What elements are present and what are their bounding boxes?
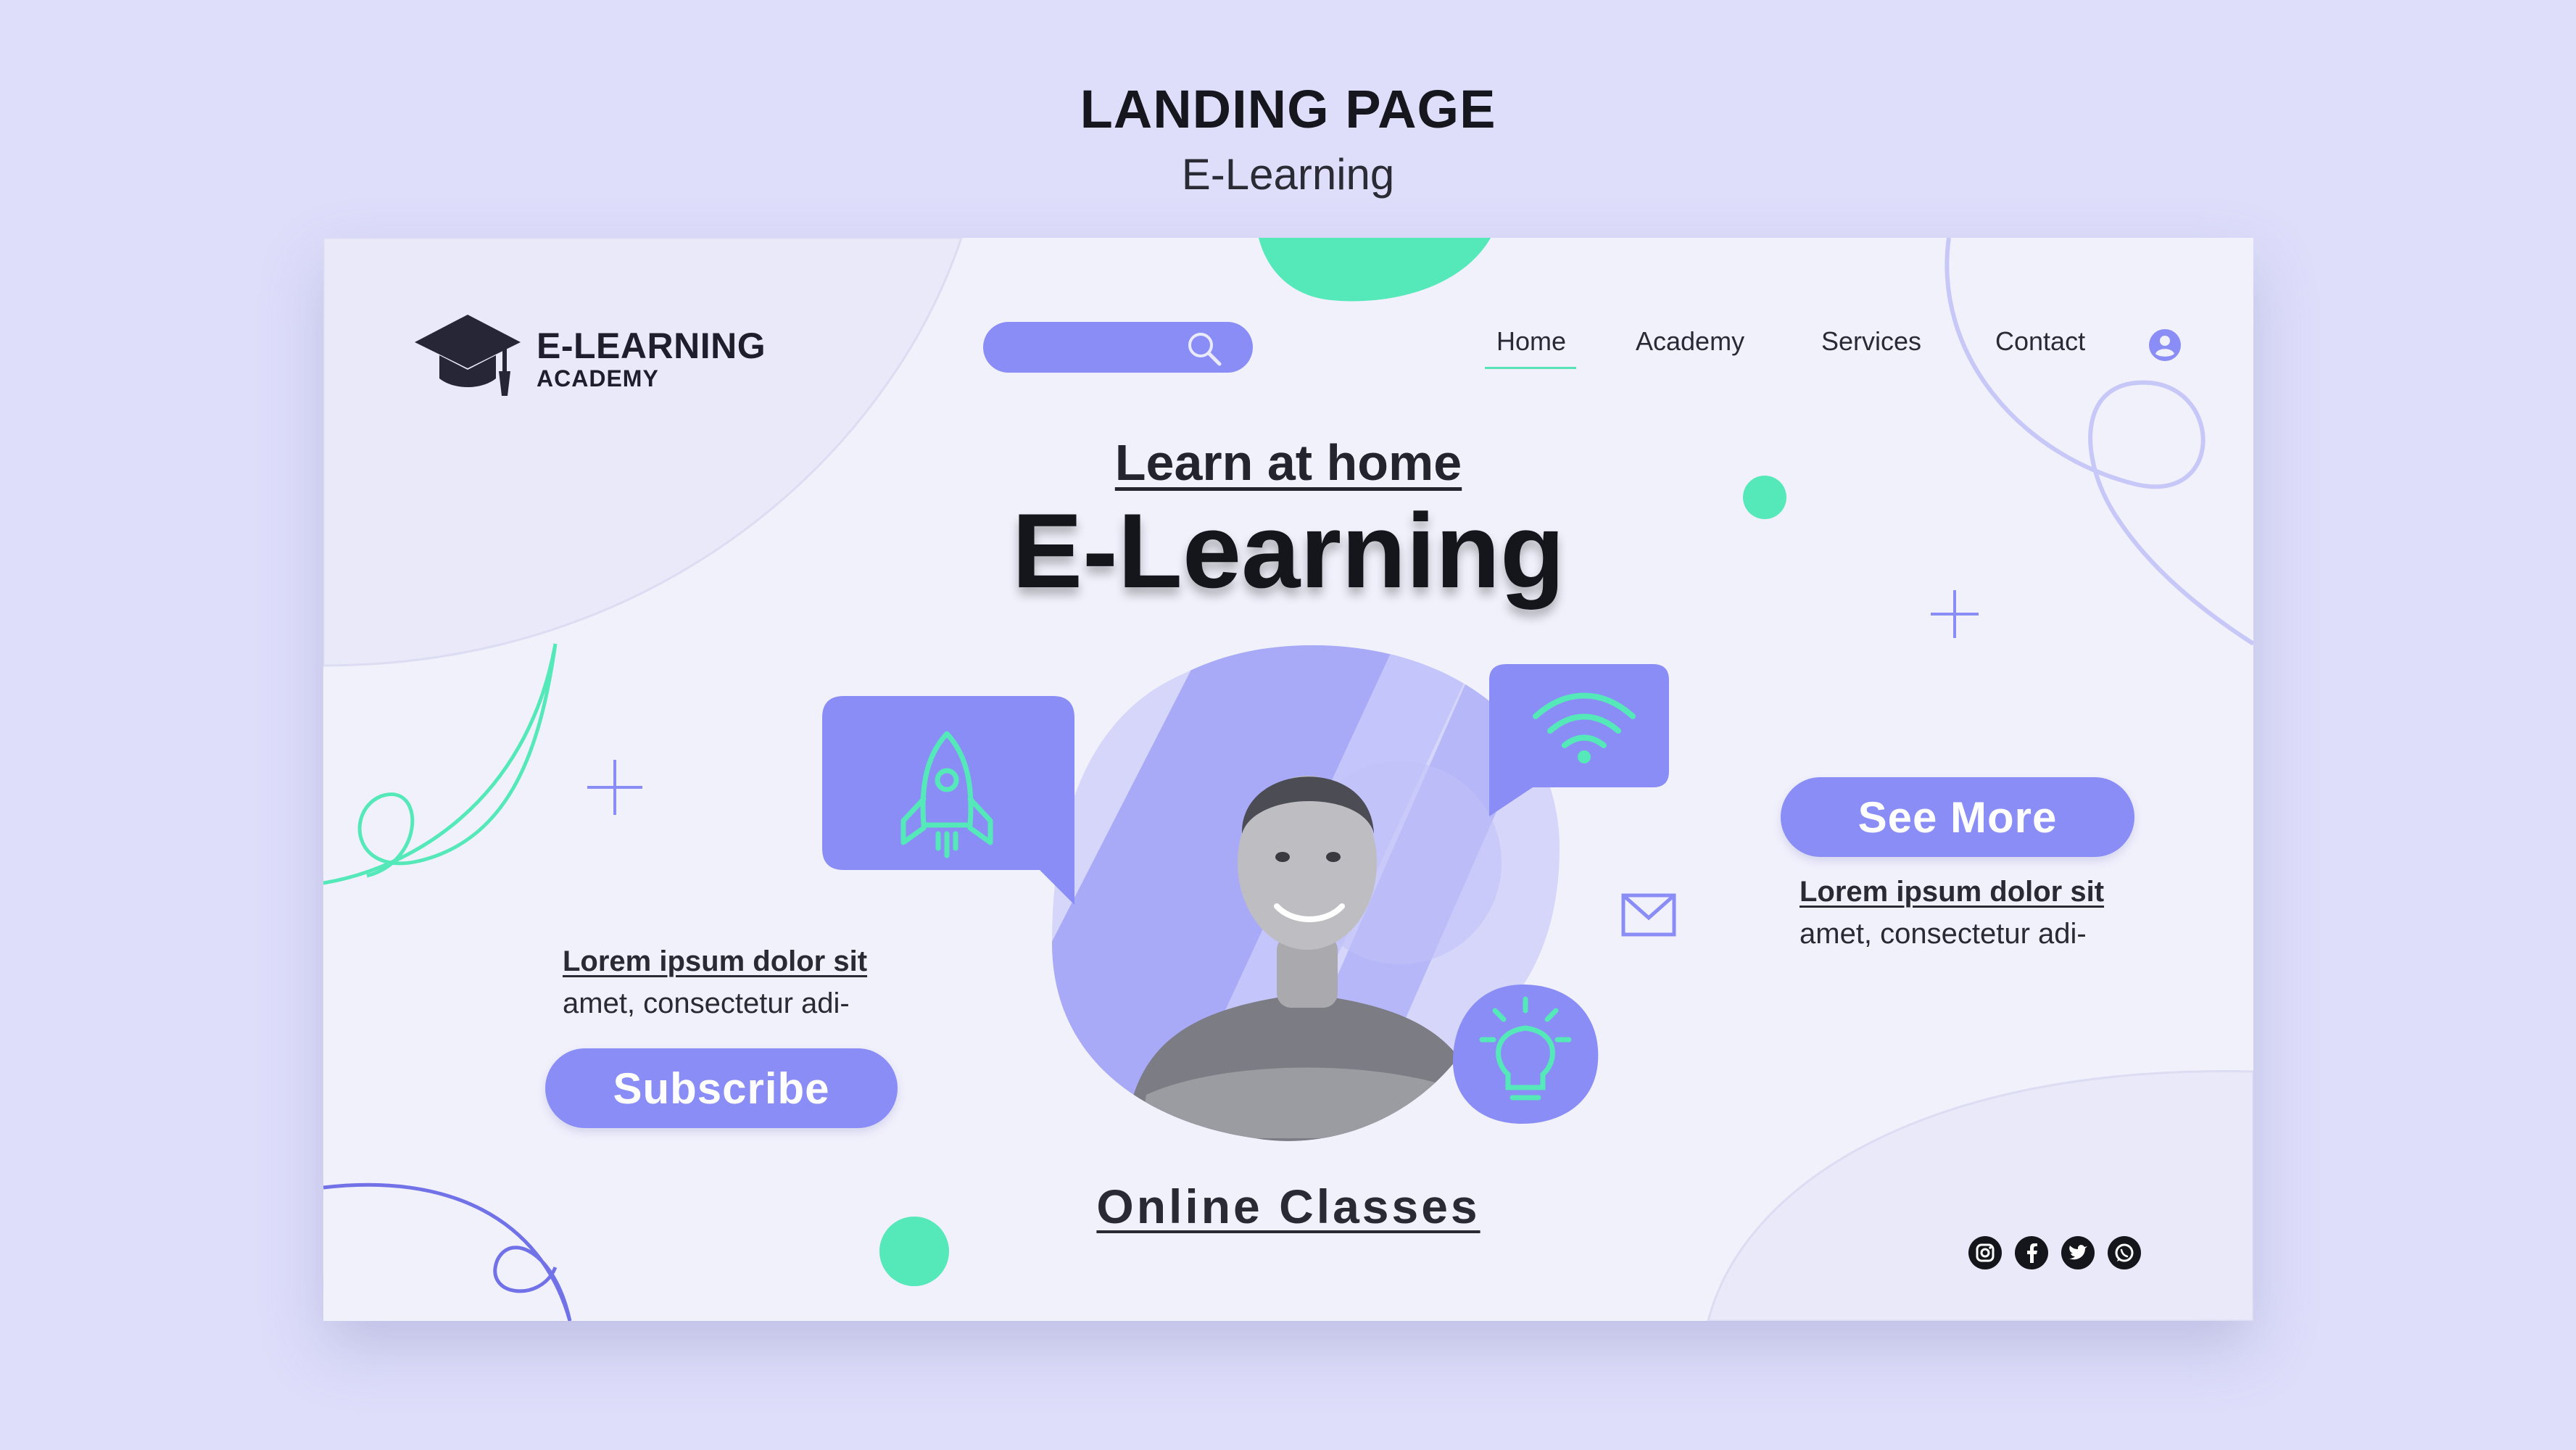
search-icon[interactable] bbox=[1183, 328, 1224, 368]
hero-title: E-Learning bbox=[1011, 492, 1565, 610]
wifi-bubble bbox=[1489, 664, 1669, 816]
nav-home[interactable]: Home bbox=[1496, 326, 1566, 357]
mail-icon bbox=[1621, 893, 1676, 937]
user-icon[interactable] bbox=[2148, 328, 2182, 362]
nav-contact[interactable]: Contact bbox=[1995, 326, 2085, 357]
lightbulb-bubble bbox=[1453, 985, 1599, 1124]
page-subtitle: E-Learning bbox=[1181, 150, 1395, 199]
logo-subtitle: ACADEMY bbox=[537, 365, 659, 392]
left-lorem-text: amet, consectetur adi- bbox=[563, 987, 850, 1019]
landing-page-mockup: E-LEARNING ACADEMY Home Academy Services… bbox=[323, 238, 2253, 1321]
rocket-bubble bbox=[822, 696, 1074, 905]
hero-subtitle: Learn at home bbox=[1114, 434, 1462, 491]
nav-active-indicator bbox=[1485, 367, 1576, 369]
online-classes-caption: Online Classes bbox=[1096, 1180, 1480, 1233]
page-title: LANDING PAGE bbox=[1080, 79, 1496, 139]
instagram-icon[interactable] bbox=[1968, 1235, 2003, 1270]
logo[interactable]: E-LEARNING ACADEMY bbox=[413, 310, 766, 397]
top-green-blob bbox=[1259, 238, 1491, 302]
left-lorem-heading: Lorem ipsum dolor sit bbox=[563, 945, 868, 977]
logo-title: E-LEARNING bbox=[537, 326, 766, 366]
whatsapp-icon[interactable] bbox=[2107, 1235, 2142, 1270]
plus-decoration-left bbox=[587, 760, 642, 815]
facebook-icon[interactable] bbox=[2014, 1235, 2049, 1270]
right-lorem-heading: Lorem ipsum dolor sit bbox=[1800, 876, 2105, 908]
see-more-button[interactable]: See More bbox=[1781, 777, 2134, 857]
nav-services[interactable]: Services bbox=[1821, 326, 1921, 357]
subscribe-button[interactable]: Subscribe bbox=[545, 1048, 898, 1128]
left-green-swirl bbox=[323, 643, 558, 885]
graduation-cap-icon bbox=[415, 315, 521, 396]
twitter-icon[interactable] bbox=[2061, 1235, 2095, 1270]
nav-academy[interactable]: Academy bbox=[1636, 326, 1744, 357]
right-lorem-text: amet, consectetur adi- bbox=[1800, 918, 2087, 950]
